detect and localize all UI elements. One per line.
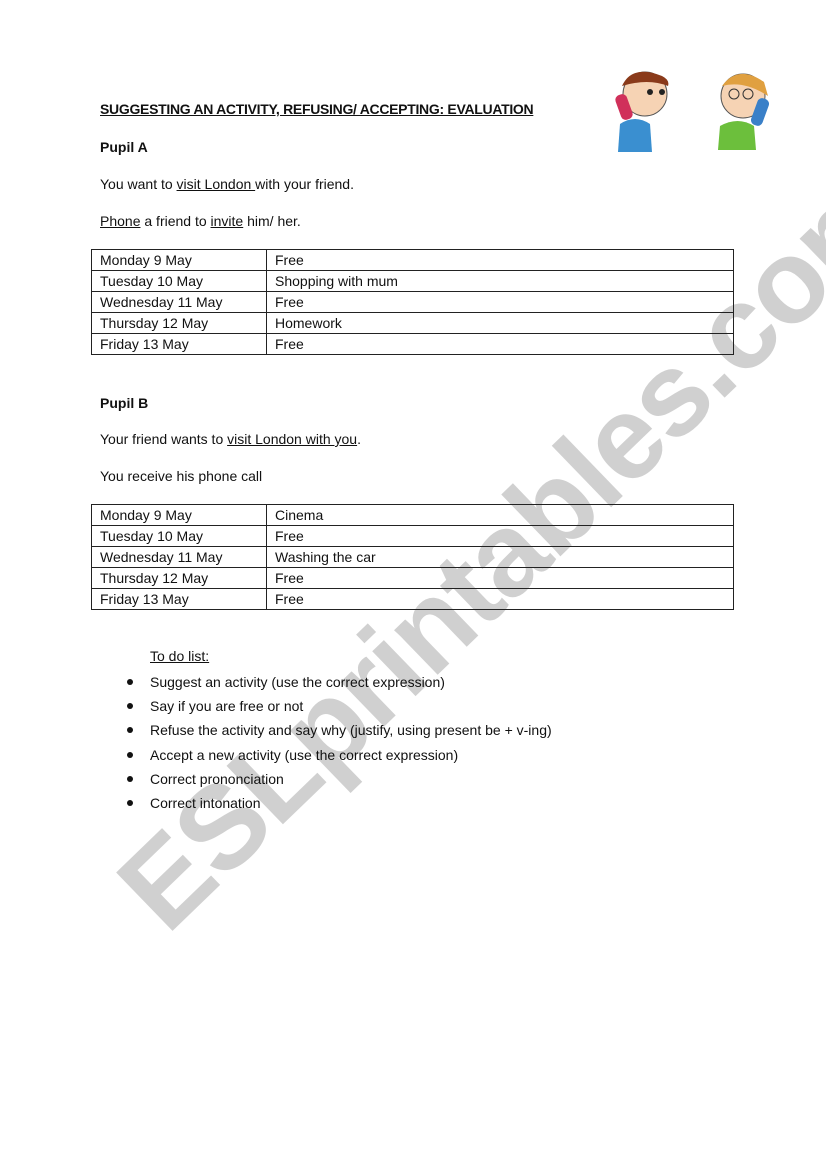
table-row: Thursday 12 May Free — [91, 567, 734, 589]
day-cell: Thursday 12 May — [91, 567, 267, 589]
activity-cell: Free — [266, 291, 734, 313]
pupil-a-schedule-table: Monday 9 May Free Tuesday 10 May Shopping w… — [91, 249, 734, 355]
underlined-text: invite — [210, 213, 244, 229]
activity-cell: Free — [266, 333, 734, 355]
activity-cell: Homework — [266, 312, 734, 334]
activity-cell: Shopping with mum — [266, 270, 734, 292]
text: You want to — [100, 176, 177, 192]
underlined-text: visit London — [176, 176, 256, 192]
pupil-a-heading: Pupil A — [100, 139, 148, 155]
text: with your friend. — [255, 176, 354, 192]
table-row: Thursday 12 May Homework — [91, 312, 734, 334]
pupil-a-instruction-1: You want to visit London with your frien… — [100, 176, 354, 192]
table-row: Monday 9 May Cinema — [91, 504, 734, 526]
day-cell: Tuesday 10 May — [91, 525, 267, 547]
boy-red-phone-icon — [615, 71, 669, 152]
day-cell: Wednesday 11 May — [91, 546, 267, 568]
day-cell: Friday 13 May — [91, 333, 267, 355]
activity-cell: Washing the car — [266, 546, 734, 568]
list-item: Correct prononciation — [100, 767, 552, 791]
table-row: Tuesday 10 May Free — [91, 525, 734, 547]
text: Your friend wants to — [100, 431, 228, 447]
pupil-b-instruction-1: Your friend wants to visit London with y… — [100, 431, 361, 447]
day-cell: Tuesday 10 May — [91, 270, 267, 292]
day-cell: Friday 13 May — [91, 588, 267, 610]
todo-heading: To do list: — [150, 648, 210, 664]
day-cell: Monday 9 May — [91, 249, 267, 271]
boy-blue-phone-icon — [718, 73, 770, 150]
todo-list: Suggest an activity (use the correct exp… — [100, 670, 552, 815]
day-cell: Thursday 12 May — [91, 312, 267, 334]
day-cell: Monday 9 May — [91, 504, 267, 526]
list-item: Refuse the activity and say why (justify… — [100, 718, 552, 742]
kids-on-phone-illustration — [615, 71, 770, 152]
table-row: Wednesday 11 May Free — [91, 291, 734, 313]
page-title: SUGGESTING AN ACTIVITY, REFUSING/ ACCEPT… — [100, 101, 534, 117]
text: a friend to — [140, 213, 211, 229]
table-row: Friday 13 May Free — [91, 588, 734, 610]
list-item: Accept a new activity (use the correct e… — [100, 743, 552, 767]
pupil-b-instruction-2: You receive his phone call — [100, 468, 263, 484]
activity-cell: Free — [266, 588, 734, 610]
list-item: Say if you are free or not — [100, 694, 552, 718]
activity-cell: Free — [266, 249, 734, 271]
list-item: Suggest an activity (use the correct exp… — [100, 670, 552, 694]
day-cell: Wednesday 11 May — [91, 291, 267, 313]
list-item: Correct intonation — [100, 791, 552, 815]
table-row: Friday 13 May Free — [91, 333, 734, 355]
underlined-text: Phone — [100, 213, 141, 229]
text: him/ her. — [243, 213, 301, 229]
underlined-text: visit London with you — [227, 431, 358, 447]
activity-cell: Free — [266, 525, 734, 547]
activity-cell: Free — [266, 567, 734, 589]
pupil-a-instruction-2: Phone a friend to invite him/ her. — [100, 213, 301, 229]
table-row: Tuesday 10 May Shopping with mum — [91, 270, 734, 292]
table-row: Monday 9 May Free — [91, 249, 734, 271]
table-row: Wednesday 11 May Washing the car — [91, 546, 734, 568]
pupil-b-heading: Pupil B — [100, 395, 149, 411]
activity-cell: Cinema — [266, 504, 734, 526]
pupil-b-schedule-table: Monday 9 May Cinema Tuesday 10 May Free Wedn… — [91, 504, 734, 610]
text: . — [357, 431, 361, 447]
